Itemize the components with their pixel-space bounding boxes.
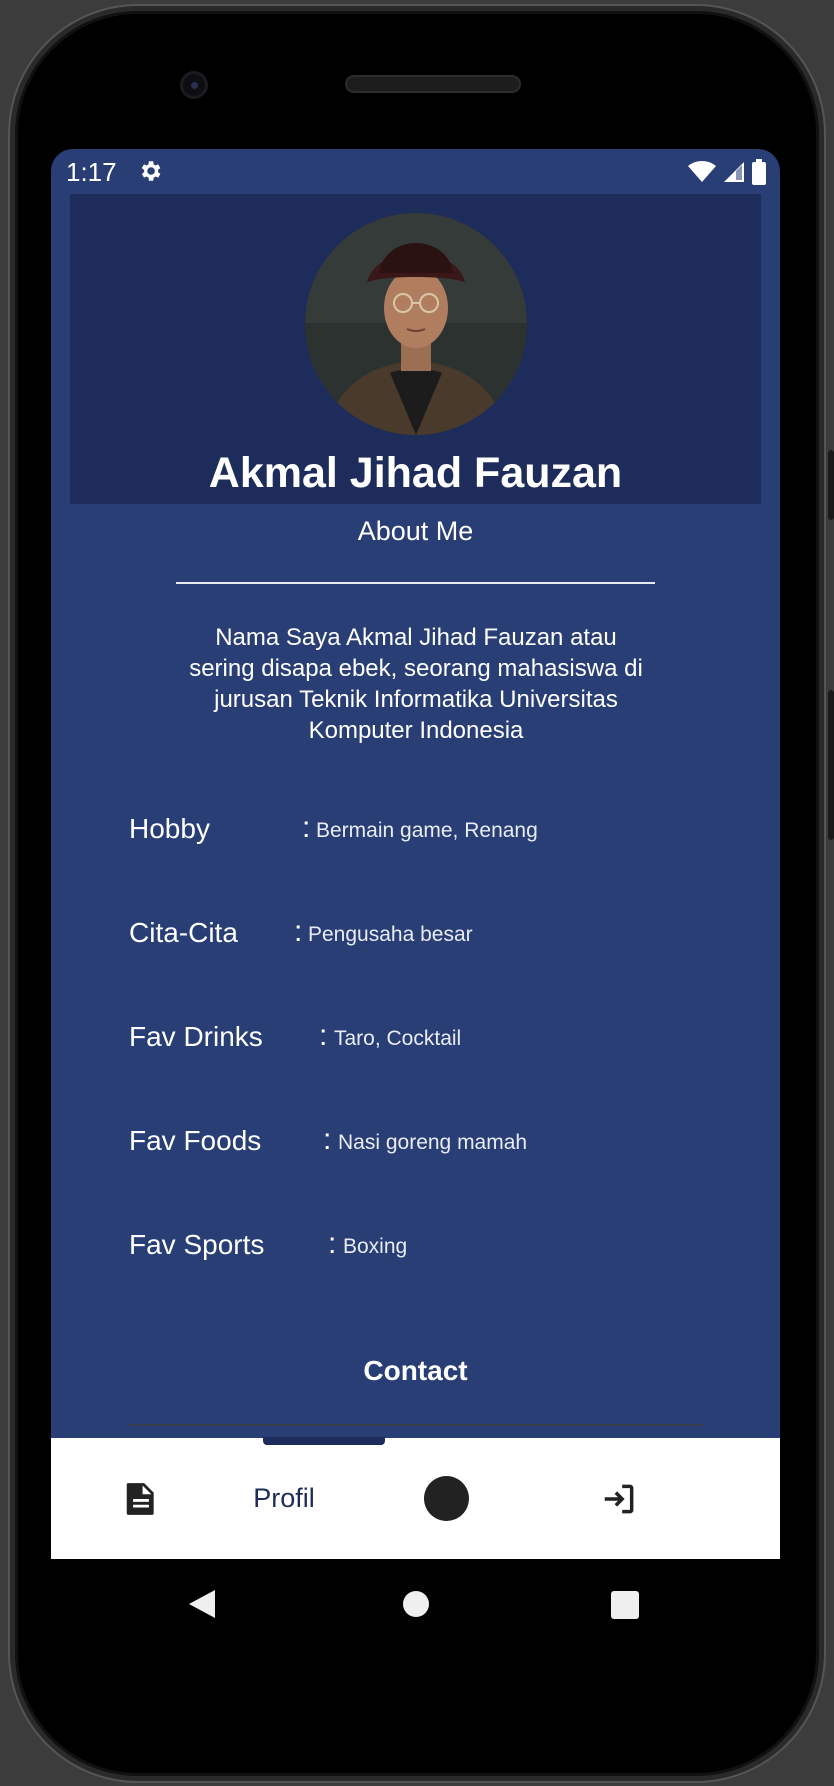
earpiece-speaker (345, 75, 521, 93)
info-label: Fav Drinks (129, 1021, 263, 1052)
info-row-fav-foods: Fav Foods : Nasi goreng mamah (129, 1123, 729, 1165)
info-colon: : (319, 1019, 328, 1052)
profile-photo (305, 213, 527, 435)
info-value: Taro, Cocktail (334, 1027, 462, 1050)
about-me-heading: About Me (357, 516, 474, 546)
profile-name: Akmal Jihad Fauzan (208, 449, 623, 497)
status-icons (688, 159, 766, 185)
nav-item-logout[interactable] (559, 1438, 679, 1559)
home-icon[interactable] (402, 1590, 430, 1618)
status-bar: 1:17 (51, 149, 780, 195)
recents-icon[interactable] (611, 1591, 639, 1619)
nav-item-circle[interactable] (406, 1438, 486, 1559)
info-value: Boxing (343, 1235, 408, 1258)
info-row-fav-sports: Fav Sports : Boxing (129, 1227, 729, 1269)
nav-item-profil[interactable]: Profil (224, 1438, 344, 1559)
about-text: Nama Saya Akmal Jihad Fauzan atau sering… (189, 624, 643, 744)
avatar (305, 213, 527, 435)
info-row-fav-drinks: Fav Drinks : Taro, Cocktail (129, 1019, 729, 1061)
info-row-cita-cita: Cita-Cita : Pengusaha besar (129, 915, 729, 957)
contact-divider (129, 1424, 703, 1426)
info-label: Fav Foods (129, 1125, 262, 1156)
info-value: Pengusaha besar (308, 923, 473, 946)
info-label: Fav Sports (129, 1229, 265, 1260)
front-camera (180, 71, 208, 99)
back-icon[interactable] (185, 1586, 219, 1622)
power-button (828, 690, 834, 840)
info-label: Hobby (129, 813, 210, 844)
info-row-hobby: Hobby : Bermain game, Renang (129, 811, 729, 853)
info-value: Nasi goreng mamah (338, 1131, 528, 1154)
battery-icon (752, 159, 766, 185)
nav-label-profil: Profil (253, 1483, 315, 1513)
contact-heading: Contact (363, 1355, 468, 1386)
circle-icon (423, 1476, 469, 1521)
about-divider (176, 582, 655, 584)
info-colon: : (328, 1227, 337, 1260)
info-label: Cita-Cita (129, 917, 238, 948)
logout-icon (604, 1484, 634, 1513)
info-value: Bermain game, Renang (316, 819, 538, 842)
signal-icon (724, 162, 744, 182)
info-colon: : (302, 811, 311, 844)
info-colon: : (323, 1123, 332, 1156)
document-icon (126, 1482, 154, 1515)
info-colon: : (294, 915, 303, 948)
volume-button (828, 450, 834, 520)
gear-icon (141, 161, 161, 181)
status-time: 1:17 (66, 157, 117, 187)
app-screen: 1:17 Akmal Jihad Fauzan About Me Nama Sa… (51, 149, 780, 1559)
nav-item-document[interactable] (81, 1438, 201, 1559)
wifi-icon (688, 161, 716, 182)
